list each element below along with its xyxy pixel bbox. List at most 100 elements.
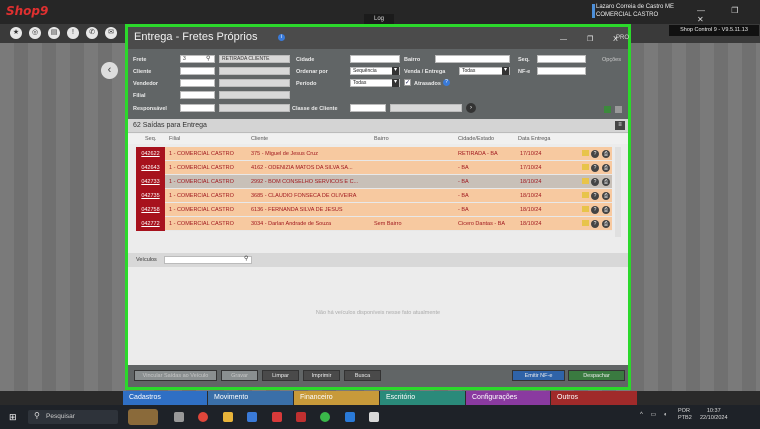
mail-icon[interactable]: ✉ <box>105 27 117 39</box>
chrome-icon[interactable] <box>198 412 208 422</box>
steam-icon[interactable] <box>247 412 257 422</box>
col-filial[interactable]: Filial <box>169 136 180 142</box>
help-icon[interactable]: ? <box>443 79 450 86</box>
col-cidade[interactable]: Cidade/Estado <box>458 136 494 142</box>
seq-link[interactable]: 042622 <box>136 147 165 161</box>
print-icon[interactable]: ⎙ <box>602 178 610 186</box>
store-icon[interactable] <box>296 412 306 422</box>
seq-link[interactable]: 042772 <box>136 217 165 231</box>
log-tab[interactable]: Log <box>364 14 394 24</box>
venda-select[interactable]: Todas <box>459 67 510 75</box>
cidade-cell: - BA <box>458 179 469 185</box>
search-icon[interactable]: ⚲ <box>206 55 210 62</box>
print-icon[interactable]: ⎙ <box>602 192 610 200</box>
module-tab-2[interactable]: Financeiro <box>294 391 379 405</box>
cat-widget-icon[interactable] <box>128 409 158 425</box>
note-icon[interactable] <box>582 206 589 212</box>
alert-icon[interactable]: ! <box>67 27 79 39</box>
filial-input[interactable] <box>180 91 215 99</box>
user-info[interactable]: Lazaro Correia de Castro ME COMERCIAL CA… <box>596 3 674 19</box>
table-row[interactable]: 042622 1 - COMERCIAL CASTRO 375 - Miguel d… <box>136 147 612 161</box>
limpar-button[interactable]: Limpar <box>262 370 299 381</box>
imprimir-button[interactable]: Imprimir <box>303 370 340 381</box>
search-icon[interactable]: ⚲ <box>244 255 248 262</box>
print-icon[interactable]: ⎙ <box>602 206 610 214</box>
seq-input[interactable] <box>537 55 586 63</box>
whatsapp-icon[interactable]: ✆ <box>86 27 98 39</box>
seq-link[interactable]: 042643 <box>136 161 165 175</box>
star-icon[interactable]: ★ <box>10 27 22 39</box>
language-indicator[interactable]: POR PTB2 <box>678 408 692 422</box>
seq-link[interactable]: 042735 <box>136 189 165 203</box>
task-view-icon[interactable] <box>174 412 184 422</box>
ordenar-select[interactable]: Sequência <box>350 67 400 75</box>
table-row[interactable]: 042772 1 - COMERCIAL CASTRO 3034 - Darlan … <box>136 217 612 231</box>
print-icon[interactable]: ⎙ <box>602 220 610 228</box>
print-icon[interactable]: ⎙ <box>602 164 610 172</box>
col-cliente[interactable]: Cliente <box>251 136 268 142</box>
app-icon[interactable] <box>345 412 355 422</box>
periodo-select[interactable]: Todas <box>350 79 400 87</box>
windows-start-icon[interactable]: ⊞ <box>9 412 19 422</box>
table-row[interactable]: 042758 1 - COMERCIAL CASTRO 6136 - FERNAND… <box>136 203 612 217</box>
cliente-input[interactable] <box>180 67 215 75</box>
print-icon[interactable]: ⎙ <box>602 150 610 158</box>
eraser-icon[interactable] <box>615 106 622 113</box>
note-icon[interactable] <box>582 150 589 156</box>
globe-icon[interactable]: ◎ <box>29 27 41 39</box>
bairro-input[interactable] <box>435 55 510 63</box>
taskbar-search[interactable]: ⚲ Pesquisar <box>28 410 118 424</box>
table-row[interactable]: 042643 1 - COMERCIAL CASTRO 4162 - ODENIZI… <box>136 161 612 175</box>
tray-icons[interactable]: ^ ▭ ◐ <box>640 411 670 418</box>
table-row[interactable]: 042735 1 - COMERCIAL CASTRO 3685 - CLAUDIO… <box>136 189 612 203</box>
details-icon[interactable]: ? <box>591 206 599 214</box>
whatsapp-icon[interactable] <box>320 412 330 422</box>
nfe-input[interactable] <box>537 67 586 75</box>
module-tab-0[interactable]: Cadastros <box>123 391 207 405</box>
document-icon[interactable]: ▤ <box>48 27 60 39</box>
module-tab-5[interactable]: Outros <box>551 391 637 405</box>
back-arrow-icon[interactable]: ‹ <box>101 62 118 79</box>
cidade-input[interactable] <box>350 55 400 63</box>
note-icon[interactable] <box>582 220 589 226</box>
details-icon[interactable]: ? <box>591 178 599 186</box>
taskbar-clock[interactable]: 10:37 22/10/2024 <box>700 408 728 422</box>
list-scrollbar[interactable] <box>615 147 621 237</box>
data-cell: 18/10/24 <box>520 221 542 227</box>
details-icon[interactable]: ? <box>591 150 599 158</box>
opcoes-label[interactable]: Opções <box>602 57 621 63</box>
menu-icon[interactable]: ≡ <box>615 121 625 130</box>
excel-icon[interactable] <box>604 106 611 113</box>
responsavel-input[interactable] <box>180 104 215 112</box>
details-icon[interactable]: ? <box>591 164 599 172</box>
app-icon-2[interactable] <box>369 412 379 422</box>
module-tab-3[interactable]: Escritório <box>380 391 465 405</box>
busca-button[interactable]: Busca <box>344 370 381 381</box>
atrasados-checkbox[interactable]: ✓ <box>404 79 411 86</box>
go-icon[interactable]: › <box>466 103 476 113</box>
module-tab-4[interactable]: Configurações <box>466 391 550 405</box>
note-icon[interactable] <box>582 178 589 184</box>
window-controls[interactable]: — ❐ ✕ <box>697 6 760 24</box>
vehicles-search-input[interactable] <box>164 256 252 264</box>
note-icon[interactable] <box>582 164 589 170</box>
emitir-nfe-button[interactable]: Emitir NF-e <box>512 370 565 381</box>
col-data[interactable]: Data Entrega <box>518 136 550 142</box>
vendedor-input[interactable] <box>180 79 215 87</box>
module-tab-1[interactable]: Movimento <box>208 391 293 405</box>
table-row[interactable]: 042733 1 - COMERCIAL CASTRO 2992 - BOM CON… <box>136 175 612 189</box>
classe-input[interactable] <box>350 104 386 112</box>
despachar-button[interactable]: Despachar <box>568 370 625 381</box>
shop9-icon[interactable] <box>272 412 282 422</box>
seq-link[interactable]: 042758 <box>136 203 165 217</box>
col-bairro[interactable]: Bairro <box>374 136 389 142</box>
seq-link[interactable]: 042733 <box>136 175 165 189</box>
col-seq[interactable]: Seq. <box>145 136 156 142</box>
gravar-button[interactable]: Gravar <box>221 370 258 381</box>
details-icon[interactable]: ? <box>591 192 599 200</box>
file-explorer-icon[interactable] <box>223 412 233 422</box>
details-icon[interactable]: ? <box>591 220 599 228</box>
note-icon[interactable] <box>582 192 589 198</box>
info-icon[interactable]: i <box>278 34 285 41</box>
vincular-button[interactable]: Vincular Saídas ao Veículo <box>134 370 217 381</box>
